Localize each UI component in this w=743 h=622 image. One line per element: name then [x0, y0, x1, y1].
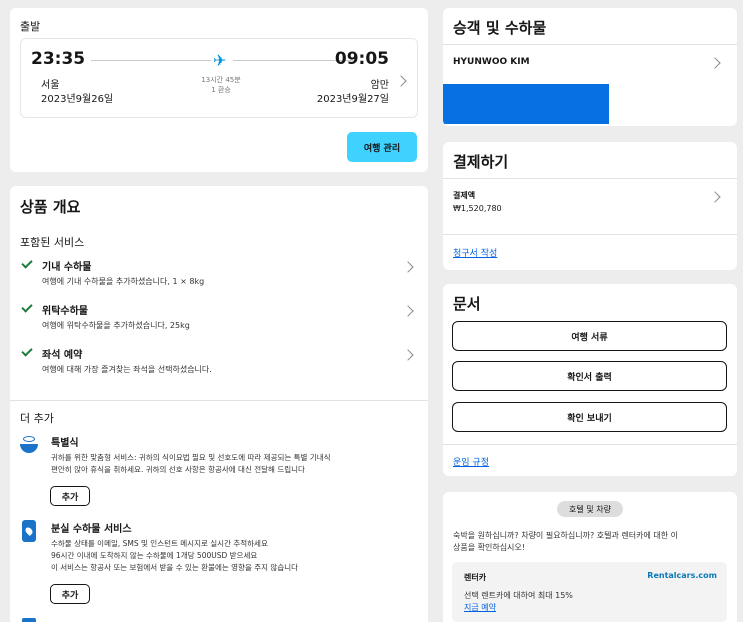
included-item-seat[interactable]: 좌석 예약 여행에 대해 가장 즐겨찾는 좌석을 선택하셨습니다. — [10, 340, 428, 380]
print-confirmation-button[interactable]: 확인서 출력 — [452, 361, 727, 391]
passenger-highlight-bar — [443, 84, 609, 124]
documents-card: 문서 여행 서류 확인서 출력 확인 보내기 운임 규정 — [443, 284, 737, 476]
payment-card: 결제하기 결제액 ₩1,520,780 청구서 작성 — [443, 142, 737, 270]
departure-heading: 출발 — [20, 20, 41, 33]
included-title: 포함된 서비스 — [20, 236, 85, 249]
addon-title: 분실 수하물 서비스 — [51, 524, 132, 535]
addon-desc-line1: 수하물 상태를 이메일, SMS 및 인스턴트 메시지로 실시간 추적하세요 — [51, 539, 268, 548]
overview-card: 상품 개요 포함된 서비스 기내 수하물 여행에 기내 수하물을 추가하셨습니다… — [10, 186, 428, 622]
included-item-title: 위탁수하물 — [42, 306, 88, 317]
included-item-checked-bag[interactable]: 위탁수하물 여행에 위탁수하물을 추가하셨습니다, 25kg — [10, 296, 428, 336]
passenger-name: HYUNWOO KIM — [453, 57, 530, 67]
included-item-desc: 여행에 기내 수하물을 추가하셨습니다, 1 × 8kg — [42, 277, 205, 286]
documents-title: 문서 — [453, 295, 481, 313]
section-divider — [10, 400, 428, 401]
passengers-title: 승객 및 수하물 — [453, 19, 547, 37]
chevron-right-icon — [395, 75, 407, 87]
flight-summary[interactable]: 23:35 ✈ 09:05 13시간 45분 1 환승 서울 2023년9월26… — [20, 38, 418, 118]
arrival-time: 09:05 — [334, 49, 389, 69]
addon-desc-line3: 이 서비스는 항공사 또는 보험에서 받을 수 있는 환불에는 영향을 주지 않… — [51, 563, 299, 572]
departure-city: 서울 — [41, 80, 60, 91]
fare-rules-link[interactable]: 운임 규정 — [453, 455, 489, 468]
included-item-desc: 여행에 위탁수하물을 추가하셨습니다, 25kg — [42, 321, 190, 330]
book-now-link[interactable]: 지금 예약 — [464, 602, 496, 613]
add-lost-baggage-button[interactable]: 추가 — [50, 584, 90, 604]
section-divider — [443, 178, 737, 179]
rental-title: 렌터카 — [464, 573, 487, 582]
flight-duration: 13시간 45분 — [201, 76, 241, 84]
chevron-right-icon — [709, 191, 721, 203]
included-item-cabin-bag[interactable]: 기내 수하물 여행에 기내 수하물을 추가하셨습니다, 1 × 8kg — [10, 252, 428, 292]
invoice-link[interactable]: 청구서 작성 — [453, 246, 497, 259]
included-item-title: 기내 수하물 — [42, 262, 92, 273]
next-addon-icon — [22, 618, 36, 622]
addon-desc-line1: 귀하를 위한 맞춤형 서비스: 귀하의 식이요법 필요 및 선호도에 따라 제공… — [51, 453, 331, 462]
hotel-car-tab[interactable]: 호텔 및 차량 — [557, 501, 623, 517]
hotel-text-line1: 숙박을 원하십니까? 차량이 필요하십니까? 호텔과 렌터카에 대한 이 — [453, 531, 679, 540]
arrival-city: 암만 — [370, 80, 389, 91]
payment-title: 결제하기 — [453, 153, 509, 171]
meal-bowl-icon — [20, 436, 38, 456]
flight-line-left — [91, 60, 211, 61]
addon-desc-line2: 96시간 이내에 도착하지 않는 수하물에 1개당 500USD 받으세요 — [51, 551, 258, 560]
baggage-tracker-icon — [22, 520, 36, 542]
section-divider — [443, 44, 737, 45]
departure-date: 2023년9월26일 — [41, 94, 114, 105]
chevron-right-icon — [402, 305, 414, 317]
addon-desc-line2: 편안히 앉아 휴식을 취하세요. 귀하의 선호 사항은 항공사에 대신 전달해 … — [51, 465, 305, 474]
hotel-text-line2: 상품을 확인하십시오! — [453, 543, 525, 552]
rental-car-panel[interactable]: 렌터카 Rentalcars.com 선택 렌트카에 대하여 최대 15% 지금… — [452, 562, 727, 622]
included-item-desc: 여행에 대해 가장 즐겨찾는 좌석을 선택하셨습니다. — [42, 365, 212, 374]
departure-time: 23:35 — [31, 49, 86, 69]
rentalcars-logo: Rentalcars.com — [647, 571, 717, 580]
more-title: 더 추가 — [20, 412, 54, 425]
payment-row[interactable]: 결제액 ₩1,520,780 — [443, 182, 737, 222]
rental-desc: 선택 렌트카에 대하여 최대 15% — [464, 591, 573, 600]
addon-lost-baggage: 분실 수하물 서비스 수하물 상태를 이메일, SMS 및 인스턴트 메시지로 … — [10, 516, 428, 616]
send-confirmation-button[interactable]: 확인 보내기 — [452, 402, 727, 432]
chevron-right-icon — [402, 261, 414, 273]
add-special-meal-button[interactable]: 추가 — [50, 486, 90, 506]
travel-documents-button[interactable]: 여행 서류 — [452, 321, 727, 351]
manage-trip-button[interactable]: 여행 관리 — [347, 132, 417, 162]
payment-label: 결제액 — [453, 191, 476, 200]
payment-amount: ₩1,520,780 — [453, 204, 502, 213]
arrival-date: 2023년9월27일 — [316, 94, 389, 105]
addon-title: 특별식 — [51, 438, 79, 449]
included-item-title: 좌석 예약 — [42, 350, 83, 361]
addon-special-meal: 특별식 귀하를 위한 맞춤형 서비스: 귀하의 식이요법 필요 및 선호도에 따… — [10, 430, 428, 510]
chevron-right-icon — [402, 349, 414, 361]
section-divider — [443, 444, 737, 445]
overview-title: 상품 개요 — [20, 198, 81, 216]
section-divider — [443, 234, 737, 235]
check-icon — [21, 301, 33, 313]
passenger-row[interactable]: HYUNWOO KIM — [443, 48, 737, 78]
departure-card: 출발 23:35 ✈ 09:05 13시간 45분 1 환승 서울 2023년9… — [10, 8, 428, 172]
chevron-right-icon — [709, 57, 721, 69]
check-icon — [21, 257, 33, 269]
passengers-card: 승객 및 수하물 HYUNWOO KIM — [443, 8, 737, 126]
hotel-card: 호텔 및 차량 숙박을 원하십니까? 차량이 필요하십니까? 호텔과 렌터카에 … — [443, 492, 737, 622]
plane-icon: ✈ — [213, 51, 227, 70]
check-icon — [21, 345, 33, 357]
flight-stops: 1 환승 — [211, 86, 231, 94]
